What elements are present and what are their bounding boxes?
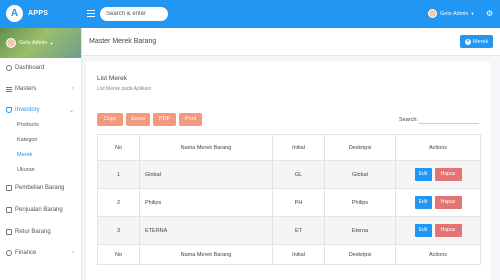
- cell-name: Global: [139, 160, 273, 189]
- shield-icon: [6, 107, 12, 113]
- sidebar-profile[interactable]: Gets Admin ▼: [0, 28, 81, 58]
- sidebar-subitem-kategori[interactable]: Kategori: [17, 137, 38, 143]
- user-name: Gets Admin: [440, 10, 469, 17]
- delete-button[interactable]: Hapus: [434, 168, 462, 181]
- edit-button[interactable]: Edit: [414, 168, 432, 181]
- sidebar-item-label: Masters: [15, 86, 37, 92]
- brand-logo: A: [6, 5, 23, 22]
- cell-actions: Edit Hapus: [395, 216, 481, 245]
- column-header[interactable]: Nama Merek Barang: [139, 134, 273, 161]
- table-header-row: No Nama Merek Barang Initial Deskripsi A…: [97, 134, 481, 161]
- sidebar-item-label: Dashboard: [15, 65, 45, 71]
- column-footer: No: [97, 244, 140, 265]
- chevron-right-icon: ›: [72, 250, 74, 256]
- table-search-input[interactable]: [419, 123, 479, 124]
- sidebar-item-label: Retur Barang: [15, 229, 51, 235]
- chevron-down-icon: ⌄: [68, 107, 74, 114]
- sidebar-item-label: Penjualan Barang: [15, 207, 63, 213]
- excel-button[interactable]: Excel: [126, 113, 150, 126]
- cell-no: 1: [97, 160, 140, 189]
- sidebar-item-pembelian[interactable]: Pembelian Barang: [0, 182, 81, 194]
- profile-name: Gets Admin: [19, 40, 48, 46]
- cell-actions: Edit Hapus: [395, 160, 481, 189]
- column-footer: Deskripsi: [324, 244, 396, 265]
- add-merek-button[interactable]: + Merek: [460, 35, 494, 48]
- page-title: Master Merek Barang: [89, 38, 157, 45]
- column-footer: Actions: [395, 244, 481, 265]
- avatar: [6, 38, 16, 48]
- list-card: List Merek List Merek pada Aplikasi Copy…: [86, 62, 490, 280]
- sidebar-item-label: Inventory: [15, 107, 40, 113]
- document-icon: [6, 229, 12, 235]
- sidebar-item-label: Pembelian Barang: [15, 185, 65, 191]
- cell-desc: Philips: [324, 188, 396, 217]
- edit-button[interactable]: Edit: [414, 196, 432, 209]
- column-header[interactable]: Initial: [272, 134, 325, 161]
- copy-button[interactable]: Copy: [97, 113, 123, 126]
- cell-desc: Eterna: [324, 216, 396, 245]
- table-search-label: Search:: [399, 117, 418, 123]
- top-navbar: A APPS Gets Admin ▼ ⚙: [0, 0, 500, 28]
- column-footer: Nama Merek Barang: [139, 244, 273, 265]
- table-row: 1 Global GL Global Edit Hapus: [97, 160, 481, 189]
- cell-no: 2: [97, 188, 140, 217]
- table-footer-row: No Nama Merek Barang Initial Deskripsi A…: [97, 244, 481, 265]
- card-subtitle: List Merek pada Aplikasi: [97, 86, 151, 92]
- avatar: [428, 9, 437, 18]
- sidebar-subitem-products[interactable]: Products: [17, 122, 39, 128]
- cell-initial: GL: [272, 160, 325, 189]
- brand-name: APPS: [28, 10, 49, 17]
- delete-button[interactable]: Hapus: [434, 196, 462, 209]
- document-icon: [6, 207, 12, 213]
- cell-actions: Edit Hapus: [395, 188, 481, 217]
- cell-initial: PH: [272, 188, 325, 217]
- sidebar-item-inventory[interactable]: Inventory ⌄: [0, 104, 81, 116]
- edit-button[interactable]: Edit: [414, 224, 432, 237]
- page-header: Master Merek Barang + Merek: [82, 28, 500, 56]
- chevron-right-icon: ›: [72, 86, 74, 92]
- cell-desc: Global: [324, 160, 396, 189]
- sidebar-item-finance[interactable]: Finance ›: [0, 247, 81, 259]
- cell-name: Philips: [139, 188, 273, 217]
- list-icon: [6, 86, 12, 92]
- cell-no: 3: [97, 216, 140, 245]
- add-button-label: Merek: [473, 38, 489, 45]
- document-icon: [6, 185, 12, 191]
- card-title: List Merek: [97, 75, 127, 82]
- delete-button[interactable]: Hapus: [434, 224, 462, 237]
- table-row: 3 ETERNA ET Eterna Edit Hapus: [97, 216, 481, 245]
- dashboard-icon: [6, 65, 12, 71]
- sidebar-subitem-merek[interactable]: Merek: [17, 152, 32, 158]
- user-menu[interactable]: Gets Admin ▼: [428, 9, 474, 18]
- merek-table: No Nama Merek Barang Initial Deskripsi A…: [97, 134, 481, 265]
- column-header[interactable]: Deskripsi: [324, 134, 396, 161]
- column-footer: Initial: [272, 244, 325, 265]
- print-button[interactable]: Print: [179, 113, 202, 126]
- chevron-down-icon: ▼: [49, 40, 54, 46]
- plus-icon: +: [465, 38, 471, 45]
- menu-toggle-icon[interactable]: [87, 10, 95, 17]
- search-input[interactable]: [100, 7, 168, 21]
- gear-icon[interactable]: ⚙: [486, 9, 493, 18]
- cell-initial: ET: [272, 216, 325, 245]
- sidebar-item-retur[interactable]: Retur Barang: [0, 226, 81, 238]
- sidebar-item-penjualan[interactable]: Penjualan Barang: [0, 204, 81, 216]
- finance-icon: [6, 250, 12, 256]
- sidebar-item-dashboard[interactable]: Dashboard: [0, 62, 81, 74]
- sidebar-subitem-ukuran[interactable]: Ukuran: [17, 167, 35, 173]
- column-header: Actions: [395, 134, 481, 161]
- cell-name: ETERNA: [139, 216, 273, 245]
- sidebar: Gets Admin ▼ Dashboard Masters › Invento…: [0, 28, 82, 280]
- chevron-down-icon: ▼: [470, 11, 475, 16]
- table-row: 2 Philips PH Philips Edit Hapus: [97, 188, 481, 217]
- sidebar-item-masters[interactable]: Masters ›: [0, 83, 81, 95]
- sidebar-item-label: Finance: [15, 250, 37, 256]
- column-header[interactable]: No: [97, 134, 140, 161]
- pdf-button[interactable]: PDF: [153, 113, 176, 126]
- brand[interactable]: A APPS: [6, 5, 48, 22]
